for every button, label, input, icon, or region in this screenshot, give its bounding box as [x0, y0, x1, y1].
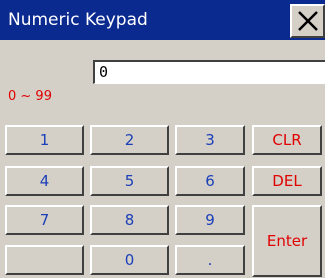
key-0[interactable]: 0	[90, 245, 169, 275]
enter-button[interactable]: Enter	[252, 205, 322, 277]
key-2[interactable]: 2	[90, 125, 169, 155]
key-9[interactable]: 9	[175, 205, 245, 235]
delete-button[interactable]: DEL	[252, 166, 322, 196]
key-decimal[interactable]: .	[175, 245, 245, 275]
key-7[interactable]: 7	[5, 205, 84, 235]
close-button[interactable]	[290, 4, 325, 38]
clear-button[interactable]: CLR	[252, 125, 322, 155]
key-6[interactable]: 6	[175, 166, 245, 196]
key-8[interactable]: 8	[90, 205, 169, 235]
close-icon	[297, 11, 318, 31]
key-blank[interactable]	[5, 245, 84, 275]
range-label: 0 ~ 99	[8, 89, 52, 104]
title-bar: Numeric Keypad	[0, 0, 325, 40]
value-display[interactable]: 0	[93, 60, 325, 84]
window-title: Numeric Keypad	[8, 10, 148, 30]
key-3[interactable]: 3	[175, 125, 245, 155]
key-5[interactable]: 5	[90, 166, 169, 196]
key-1[interactable]: 1	[5, 125, 84, 155]
key-4[interactable]: 4	[5, 166, 84, 196]
